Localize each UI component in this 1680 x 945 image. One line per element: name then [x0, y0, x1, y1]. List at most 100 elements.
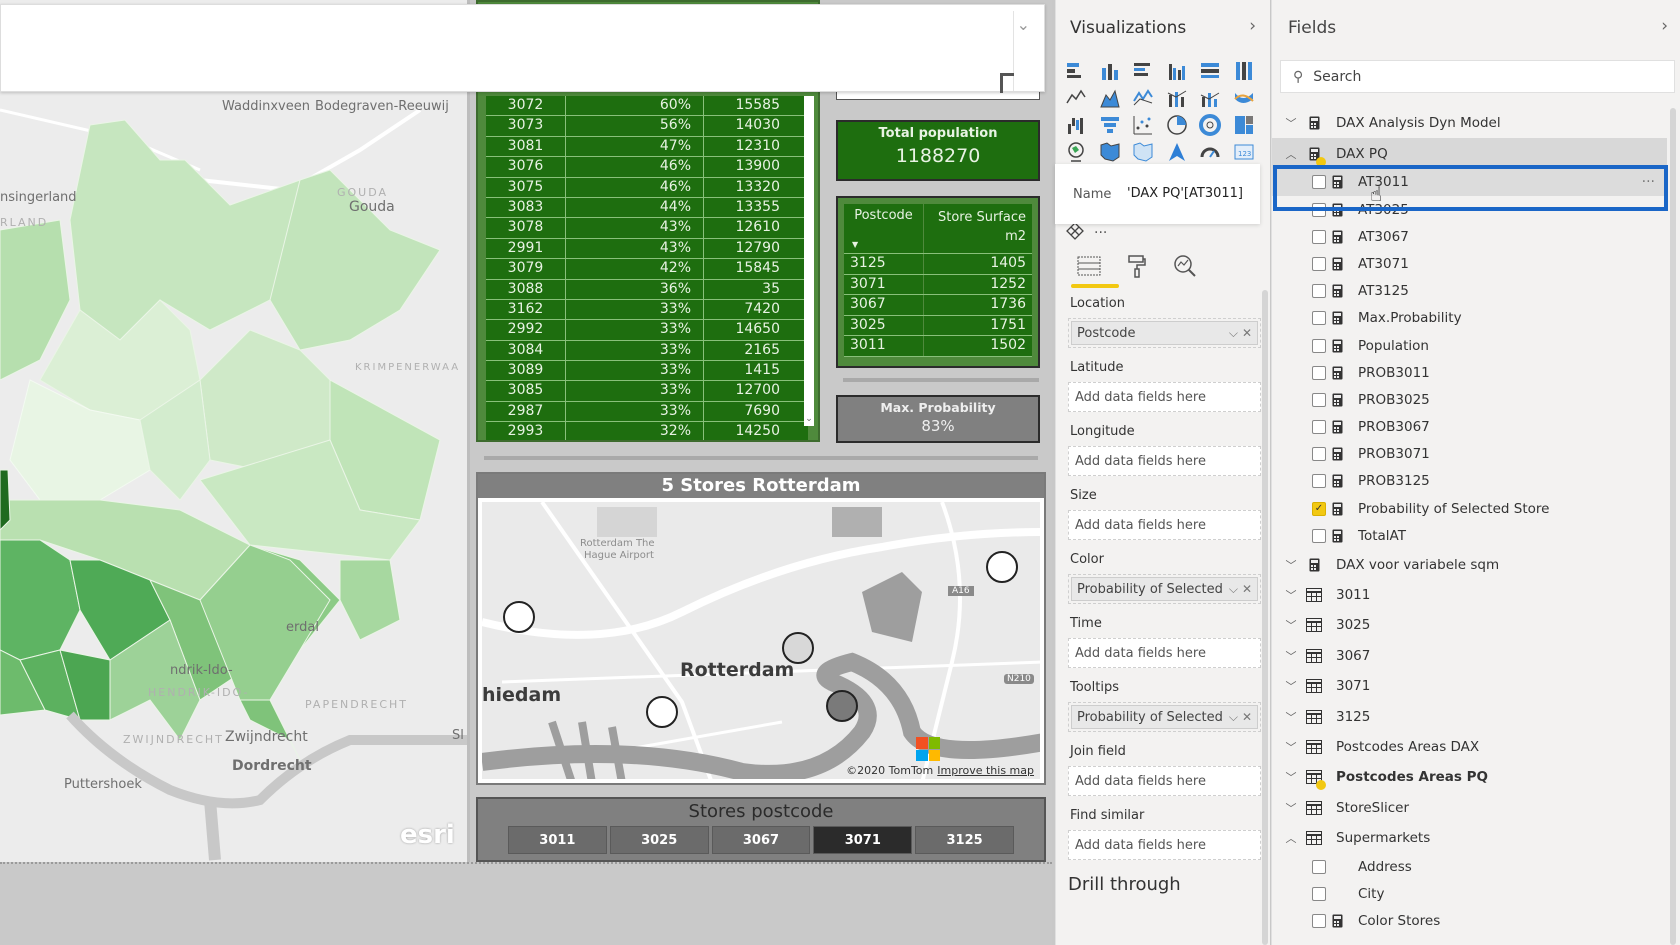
- chevron-down-icon[interactable]: ⌵: [1229, 582, 1238, 597]
- field-checkbox[interactable]: [1312, 365, 1326, 380]
- well-location[interactable]: Postcode ⌵ ✕: [1068, 318, 1261, 348]
- map-icon[interactable]: [1064, 141, 1088, 162]
- field-item[interactable]: City: [1272, 881, 1667, 908]
- field-item[interactable]: PROB3011: [1272, 359, 1667, 386]
- postcode-area[interactable]: [339, 559, 401, 641]
- table-node[interactable]: ﹀ 3071: [1272, 671, 1667, 701]
- clustered-column-chart-icon[interactable]: [1165, 60, 1189, 81]
- well-size[interactable]: Add data fields here: [1068, 510, 1261, 540]
- table-row[interactable]: 3088 36% 35: [486, 279, 808, 300]
- table-row[interactable]: 3081 47% 12310: [486, 136, 808, 158]
- store-marker[interactable]: [986, 551, 1018, 583]
- field-checkbox[interactable]: [1312, 256, 1326, 271]
- store-marker[interactable]: [646, 696, 678, 728]
- table-row[interactable]: 3011 1502: [844, 336, 1032, 357]
- field-chip[interactable]: Probability of Selected Store ⌵ ✕: [1071, 705, 1258, 729]
- remove-field-icon[interactable]: ✕: [1242, 710, 1252, 724]
- remove-field-icon[interactable]: ✕: [1242, 582, 1252, 596]
- store-surface-table[interactable]: Postcode ▼ Store Surface m2 3125 1405 3071…: [836, 196, 1040, 368]
- table-row[interactable]: 3078 43% 12610: [486, 218, 808, 239]
- donut-chart-icon[interactable]: [1198, 113, 1222, 136]
- field-checkbox[interactable]: ✓: [1312, 501, 1326, 516]
- line-chart-icon[interactable]: [1064, 87, 1088, 108]
- well-join-field[interactable]: Add data fields here: [1068, 766, 1261, 796]
- field-checkbox[interactable]: [1312, 447, 1326, 462]
- slicer-option-3011[interactable]: 3011: [508, 826, 607, 854]
- table-row[interactable]: 3083 44% 13355: [486, 197, 808, 219]
- table-node[interactable]: ﹀ Postcodes Areas DAX: [1272, 732, 1667, 762]
- field-item[interactable]: ✓ Probability of Selected Store: [1272, 495, 1667, 522]
- table-row[interactable]: 3025 1751: [844, 315, 1032, 336]
- table-row[interactable]: 3085 33% 12700: [486, 381, 808, 402]
- postcode-area[interactable]: [0, 539, 81, 661]
- table-node[interactable]: ︿ DAX PQ: [1272, 138, 1667, 169]
- field-checkbox[interactable]: [1312, 202, 1326, 217]
- table-row[interactable]: 3075 46% 13320: [486, 177, 808, 198]
- field-item[interactable]: Population: [1272, 332, 1667, 359]
- chevron-down-icon[interactable]: ﹀: [1278, 115, 1304, 131]
- slicer-option-3125[interactable]: 3125: [915, 826, 1014, 854]
- more-options-icon[interactable]: ···: [1642, 174, 1655, 190]
- max-probability-card[interactable]: Max. Probability 83%: [836, 395, 1040, 443]
- field-checkbox[interactable]: [1312, 311, 1326, 326]
- field-item[interactable]: AT3071: [1272, 250, 1667, 277]
- field-checkbox[interactable]: [1312, 284, 1326, 299]
- well-find-similar[interactable]: Add data fields here: [1068, 830, 1261, 860]
- fields-search-input[interactable]: ⚲ Search: [1280, 60, 1675, 93]
- chevron-up-icon[interactable]: ︿: [1278, 830, 1304, 846]
- card-icon[interactable]: 123: [1232, 141, 1256, 162]
- well-time[interactable]: Add data fields here: [1068, 638, 1261, 668]
- remove-field-icon[interactable]: ✕: [1242, 326, 1252, 340]
- line-and-clustered-column-chart-icon[interactable]: [1198, 87, 1222, 108]
- field-item[interactable]: AT3011 ···: [1272, 168, 1667, 196]
- field-checkbox[interactable]: [1312, 229, 1326, 244]
- table-row[interactable]: 2987 33% 7690: [486, 401, 808, 423]
- chevron-down-icon[interactable]: ⌵: [1229, 326, 1238, 341]
- field-item[interactable]: Color Stores: [1272, 908, 1667, 935]
- chevron-down-icon[interactable]: ﹀: [1278, 648, 1304, 664]
- table-row[interactable]: 3073 56% 14030: [486, 116, 808, 137]
- slicer-option-3067[interactable]: 3067: [711, 826, 811, 854]
- custom-visual-icon[interactable]: [1066, 222, 1084, 244]
- ribbon-chart-icon[interactable]: [1232, 87, 1256, 108]
- fields-tab-icon[interactable]: [1076, 253, 1102, 279]
- chevron-down-icon[interactable]: ⌄: [1017, 15, 1030, 34]
- field-chip[interactable]: Postcode ⌵ ✕: [1071, 321, 1258, 345]
- shape-map-icon[interactable]: [1131, 141, 1155, 162]
- store-map-body[interactable]: Rotterdam The Hague Airport Rotterdam hi…: [482, 502, 1040, 779]
- chevron-down-icon[interactable]: ﹀: [1278, 557, 1304, 573]
- table-node[interactable]: ﹀ DAX voor variabele sqm: [1272, 549, 1667, 579]
- chevron-down-icon[interactable]: ﹀: [1278, 739, 1304, 755]
- improve-map-link[interactable]: Improve this map: [937, 764, 1034, 777]
- table-row[interactable]: 3079 42% 15845: [486, 259, 808, 280]
- field-item[interactable]: AT3067: [1272, 223, 1667, 250]
- field-checkbox[interactable]: [1312, 392, 1326, 407]
- table-row[interactable]: 2992 33% 14650: [486, 320, 808, 341]
- stores-postcode-slicer[interactable]: Stores postcode 3011 3025 3067 3071 3125: [476, 797, 1046, 862]
- viz-pane-scrollbar[interactable]: [1262, 290, 1268, 945]
- table-node[interactable]: ︿ Supermarkets: [1272, 823, 1667, 853]
- field-item[interactable]: PROB3125: [1272, 468, 1667, 495]
- well-tooltips[interactable]: Probability of Selected Store ⌵ ✕: [1068, 702, 1261, 732]
- filled-map-icon[interactable]: [1098, 141, 1122, 162]
- chevron-down-icon[interactable]: ⌵: [1229, 710, 1238, 725]
- focused-visual-overlay[interactable]: ⌄: [0, 4, 1045, 93]
- line-and-stacked-column-chart-icon[interactable]: [1165, 87, 1189, 108]
- choropleth-map[interactable]: Waddinxveen Bodegraven-Reeuwij GOUDA Gou…: [0, 0, 470, 862]
- table-row[interactable]: 3071 1252: [844, 274, 1032, 295]
- field-chip[interactable]: Probability of Selected Store ⌵ ✕: [1071, 577, 1258, 601]
- more-options-icon[interactable]: ···: [1094, 225, 1107, 241]
- fields-scrollbar[interactable]: [1670, 108, 1676, 945]
- store-marker-selected[interactable]: [826, 690, 858, 722]
- chevron-down-icon[interactable]: ﹀: [1278, 709, 1304, 725]
- table-node[interactable]: ﹀ 3025: [1272, 610, 1667, 640]
- chevron-down-icon[interactable]: ﹀: [1278, 800, 1304, 816]
- scroll-down-icon[interactable]: ⌄: [804, 414, 814, 424]
- funnel-chart-icon[interactable]: [1098, 114, 1122, 135]
- field-item[interactable]: TotalAT: [1272, 522, 1667, 549]
- chevron-down-icon[interactable]: ﹀: [1278, 769, 1304, 785]
- table-node[interactable]: ﹀ 3125: [1272, 701, 1667, 731]
- table-row[interactable]: 3076 46% 13900: [486, 157, 808, 178]
- well-latitude[interactable]: Add data fields here: [1068, 382, 1261, 412]
- field-item[interactable]: AT3025: [1272, 196, 1667, 223]
